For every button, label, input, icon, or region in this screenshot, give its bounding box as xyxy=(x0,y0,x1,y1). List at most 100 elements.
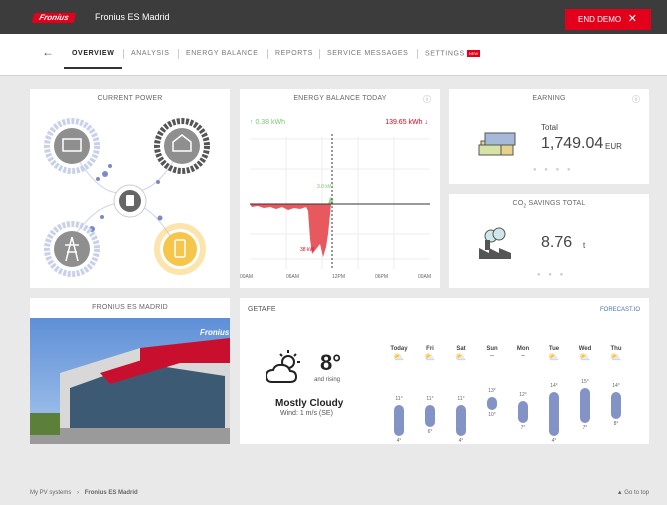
load-node[interactable] xyxy=(54,231,90,267)
forecast-low: 8° xyxy=(613,420,619,427)
breadcrumb-root[interactable]: My PV systems xyxy=(30,490,71,496)
nav-divider xyxy=(319,49,320,59)
forecast-day: Mon ⁻ 12° 7° xyxy=(512,346,534,438)
partly-cloudy-icon: ⛅ xyxy=(424,352,436,362)
tab-reports[interactable]: REPORTS xyxy=(275,50,313,57)
forecast-day: Sun ⁻ 13° 10° xyxy=(481,346,503,438)
earning-total-value: 1,749.04 xyxy=(541,135,604,152)
cursor-consumption-label: 38 kW xyxy=(300,247,315,253)
forecast-day: Sat ⛅ 11° 4° xyxy=(450,346,472,444)
forecast-high: 14° xyxy=(612,383,620,390)
temperature-range-bar xyxy=(487,396,497,410)
temperature-range-bar xyxy=(456,405,466,436)
grid-node[interactable] xyxy=(164,128,200,164)
breadcrumb-current: Fronius ES Madrid xyxy=(84,490,138,496)
main-nav: ← OVERVIEW ANALYSIS ENERGY BALANCE REPOR… xyxy=(0,34,667,76)
earning-total-label: Total xyxy=(541,123,558,132)
breadcrumb: My PV systems › Fronius ES Madrid xyxy=(30,490,138,496)
footer: My PV systems › Fronius ES Madrid ▲ Go t… xyxy=(0,485,667,505)
x-tick-label: 00AM xyxy=(240,274,254,280)
co2-unit: t xyxy=(583,241,586,250)
forecast-provider-link[interactable]: FORECAST.IO xyxy=(600,307,640,313)
tab-settings[interactable]: SETTINGS NEW xyxy=(425,50,481,58)
chart-grid xyxy=(250,137,430,269)
wind-icon: ⁻ xyxy=(489,352,495,362)
partly-cloudy-icon: ⛅ xyxy=(579,352,591,362)
x-tick-label: 06AM xyxy=(286,274,300,280)
cursor-production-label: 3.8 kW xyxy=(317,184,333,190)
carousel-dots[interactable]: ● ● ● ● xyxy=(533,167,574,173)
forecast-day: Thu ⛅ 14° 8° xyxy=(605,346,627,438)
info-icon[interactable]: ⓘ xyxy=(632,94,640,105)
temperature-trend: and rising xyxy=(314,377,341,383)
power-flow-diagram xyxy=(44,118,210,277)
energy-balance-chart[interactable] xyxy=(240,89,440,288)
forecast-low: 10° xyxy=(488,411,496,418)
forecast-day: Today ⛅ 11° 4° xyxy=(388,346,410,444)
tab-settings-label: SETTINGS xyxy=(425,50,465,58)
forecast-high: 11° xyxy=(395,396,403,403)
forecast-high: 12° xyxy=(519,392,527,399)
earning-currency: EUR xyxy=(605,142,622,151)
forecast-high: 11° xyxy=(457,396,465,403)
end-demo-button[interactable]: END DEMO ✕ xyxy=(565,9,651,30)
carousel-dots[interactable]: ● ● ● xyxy=(537,272,566,278)
fronius-logo[interactable]: Fronius xyxy=(31,13,77,23)
earning-title: EARNING xyxy=(532,95,566,102)
inverter-icon xyxy=(126,195,134,206)
forecast-low: 7° xyxy=(520,424,526,431)
tab-analysis[interactable]: ANALYSIS xyxy=(131,50,170,57)
money-stack-icon xyxy=(478,132,516,156)
tab-overview[interactable]: OVERVIEW xyxy=(63,50,123,69)
temperature-range-bar xyxy=(611,392,621,419)
close-icon: ✕ xyxy=(627,13,637,25)
partly-cloudy-icon xyxy=(266,350,300,383)
forecast-low: 7° xyxy=(582,424,588,431)
pv-node[interactable] xyxy=(54,128,90,164)
co2-savings-card: CO2 SAVINGS TOTAL 8.76 t ● ● ● xyxy=(449,194,649,288)
forecast-high: 15° xyxy=(581,379,589,385)
tab-energy-balance[interactable]: ENERGY BALANCE xyxy=(186,50,258,57)
forecast-day: Tue ⛅ 14° 4° xyxy=(543,346,565,444)
forecast-day: Fri ⛅ 11° 6° xyxy=(419,346,441,438)
co2-value: 8.76 xyxy=(541,234,573,251)
x-tick-label: 06PM xyxy=(375,274,389,280)
tab-service-messages[interactable]: SERVICE MESSAGES xyxy=(327,50,408,57)
temperature-range-bar xyxy=(549,392,559,436)
nav-divider xyxy=(267,49,268,59)
breadcrumb-separator-icon: › xyxy=(77,490,80,496)
forecast-high: 14° xyxy=(550,383,558,390)
forecast-day: Wed ⛅ 15° 7° xyxy=(574,346,596,438)
current-power-card: CURRENT POWER xyxy=(30,89,230,288)
energy-balance-card: ENERGY BALANCE TODAY ⓘ ↑ 0.38 kWh 139.65… xyxy=(240,89,440,288)
nav-divider xyxy=(178,49,179,59)
wind-icon: ⁻ xyxy=(520,352,526,362)
forecast-low: 4° xyxy=(396,438,402,444)
current-temperature: 8° xyxy=(320,350,342,375)
x-tick-label: 00AM xyxy=(418,274,432,280)
partly-cloudy-icon: ⛅ xyxy=(455,352,467,362)
factory-icon xyxy=(479,227,511,259)
forecast-low: 4° xyxy=(458,438,464,444)
site-photo-title: FRONIUS ES MADRID xyxy=(92,304,168,311)
go-to-top-link[interactable]: ▲ Go to top xyxy=(617,490,649,496)
building-sign: Fronius xyxy=(200,328,230,337)
co2-title-suffix: SAVINGS TOTAL xyxy=(526,200,586,207)
forecast-low: 6° xyxy=(427,429,433,436)
nav-divider xyxy=(123,49,124,59)
battery-node[interactable] xyxy=(163,232,197,266)
partly-cloudy-icon: ⛅ xyxy=(610,352,622,362)
partly-cloudy-icon: ⛅ xyxy=(548,352,560,362)
temperature-range-bar xyxy=(518,401,528,423)
temperature-range-bar xyxy=(425,405,435,428)
temperature-range-bar xyxy=(580,388,590,423)
partly-cloudy-icon: ⛅ xyxy=(393,352,405,362)
x-tick-label: 12PM xyxy=(332,274,346,280)
co2-savings-title: CO2 SAVINGS TOTAL xyxy=(449,200,649,209)
back-arrow-icon[interactable]: ← xyxy=(42,45,54,59)
forecast-low: 4° xyxy=(551,438,557,444)
top-bar: Fronius Fronius ES Madrid END DEMO ✕ xyxy=(0,0,667,34)
consumption-area xyxy=(250,204,331,257)
end-demo-label: END DEMO xyxy=(578,15,622,24)
forecast-strip: Today ⛅ 11° 4° Fri ⛅ 11° 6° Sat ⛅ 11° 4° Sun ⁻ 13° 10° M… xyxy=(388,346,638,444)
